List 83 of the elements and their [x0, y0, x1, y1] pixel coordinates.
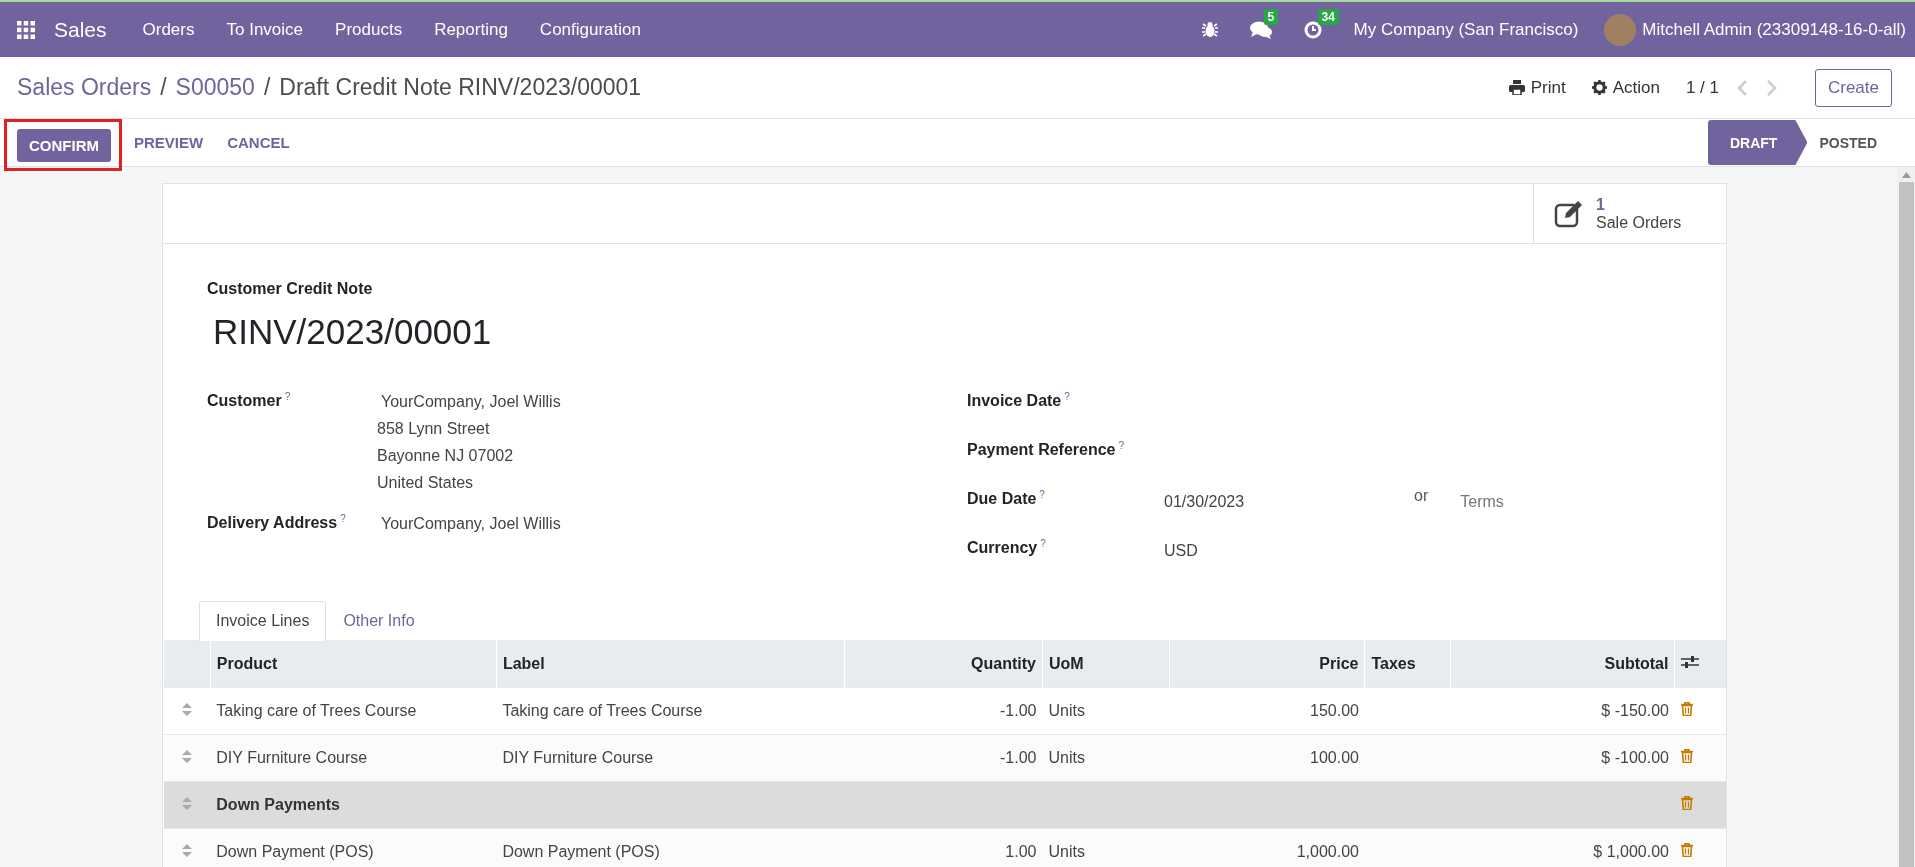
trash-icon[interactable]: [1680, 702, 1693, 716]
drag-handle-icon[interactable]: [181, 797, 192, 810]
count-badge: 5: [1263, 8, 1279, 25]
apps-menu-icon[interactable]: [17, 20, 35, 39]
column-header[interactable]: Price: [1169, 640, 1365, 688]
table-cell: 1,000.00: [1169, 828, 1365, 867]
address-line: Bayonne NJ 07002: [377, 446, 515, 466]
trash-icon[interactable]: [1680, 749, 1693, 763]
column-header[interactable]: Product: [210, 640, 497, 688]
table-cell: Down Payment (POS): [496, 828, 845, 867]
table-cell: $ 1,000.00: [1450, 828, 1675, 867]
document-type: Customer Credit Note: [207, 280, 374, 298]
breadcrumb-link[interactable]: Sales Orders: [17, 74, 152, 101]
address-line: United States: [377, 473, 475, 493]
user-menu[interactable]: Mitchell Admin (23309148-16-0-all): [1642, 19, 1906, 40]
previous-icon[interactable]: [1736, 79, 1748, 96]
tab[interactable]: Other Info: [326, 601, 432, 640]
table-cell: -1.00: [844, 734, 1043, 782]
count-badge: 34: [1317, 8, 1339, 25]
column-header[interactable]: Quantity: [844, 640, 1043, 688]
action-link[interactable]: CANCEL: [215, 126, 302, 159]
breadcrumb-link[interactable]: S00050: [175, 74, 255, 101]
table-cell: Down Payment (POS): [210, 828, 497, 867]
table-cell: 100.00: [1169, 734, 1365, 782]
action-link[interactable]: PREVIEW: [122, 126, 216, 159]
column-header[interactable]: Label: [496, 640, 845, 688]
menu-item[interactable]: Orders: [126, 19, 211, 40]
print-button[interactable]: Print: [1508, 77, 1566, 98]
status-stage[interactable]: POSTED: [1807, 120, 1897, 165]
tab[interactable]: Invoice Lines: [199, 601, 327, 641]
bug-icon[interactable]: [1201, 21, 1218, 38]
drag-handle-icon[interactable]: [181, 703, 192, 716]
partner-field[interactable]: YourCompany, Joel Willis: [381, 510, 561, 537]
field-label: Delivery Address $^{?}$: [207, 512, 347, 534]
drag-handle-icon[interactable]: [181, 844, 192, 857]
table-cell: DIY Furniture Course: [496, 734, 845, 782]
trash-icon[interactable]: [1680, 843, 1693, 857]
address-line: 858 Lynn Street: [377, 419, 491, 439]
app-name[interactable]: Sales: [54, 17, 107, 42]
table-cell: Units: [1042, 734, 1170, 782]
clock-icon[interactable]: [1303, 20, 1322, 39]
pager-value: 1 / 1: [1685, 77, 1719, 98]
company-switcher[interactable]: My Company (San Francisco): [1353, 19, 1579, 40]
field-label: Invoice Date $^{?}$: [967, 390, 1071, 412]
column-header[interactable]: Subtotal: [1450, 640, 1675, 688]
edit-icon: [1554, 199, 1584, 228]
table-cell: Units: [1042, 828, 1170, 867]
table-cell: 1.00: [844, 828, 1043, 867]
column-header[interactable]: Taxes: [1364, 640, 1451, 688]
column-settings-icon[interactable]: [1681, 654, 1700, 669]
menu-item[interactable]: Reporting: [418, 19, 524, 40]
confirm-button[interactable]: CONFIRM: [17, 128, 111, 162]
document-number: RINV/2023/00001: [213, 312, 493, 352]
field-value[interactable]: 01/30/2023: [1164, 486, 1245, 535]
action-button[interactable]: Action: [1591, 77, 1660, 98]
menu-item[interactable]: To Invoice: [210, 19, 320, 40]
table-cell: DIY Furniture Course: [210, 734, 497, 782]
printer-icon: [1508, 80, 1525, 95]
field-label: Payment Reference $^{?}$: [967, 439, 1126, 461]
field-label: Due Date $^{?}$: [967, 488, 1046, 510]
menu-item[interactable]: Configuration: [523, 19, 657, 40]
chat-icon[interactable]: [1249, 20, 1272, 39]
drag-handle-icon[interactable]: [181, 750, 192, 763]
sale-orders-smart-button[interactable]: 1 Sale Orders: [1533, 184, 1726, 243]
field-label: Customer $^{?}$: [207, 390, 292, 412]
create-button[interactable]: Create: [1814, 68, 1892, 107]
breadcrumb-separator: /: [263, 74, 271, 101]
or-text: or: [1414, 486, 1429, 506]
field-label: Currency $^{?}$: [967, 537, 1047, 559]
status-stage[interactable]: DRAFT: [1708, 120, 1808, 165]
menu-item[interactable]: Products: [319, 19, 419, 40]
field-value[interactable]: USD: [1164, 535, 1198, 584]
column-header[interactable]: UoM: [1042, 640, 1170, 688]
partner-field[interactable]: YourCompany, Joel Willis: [381, 388, 561, 415]
trash-icon[interactable]: [1680, 796, 1693, 810]
table-cell: $ -100.00: [1450, 734, 1675, 782]
avatar[interactable]: [1604, 13, 1637, 46]
section-title: Down Payments: [210, 781, 1675, 829]
breadcrumb-separator: /: [160, 74, 167, 101]
next-icon[interactable]: [1765, 79, 1777, 96]
gear-icon: [1591, 80, 1607, 95]
breadcrumb-current: Draft Credit Note RINV/2023/00001: [279, 74, 642, 101]
scroll-up-icon[interactable]: [1901, 172, 1911, 178]
